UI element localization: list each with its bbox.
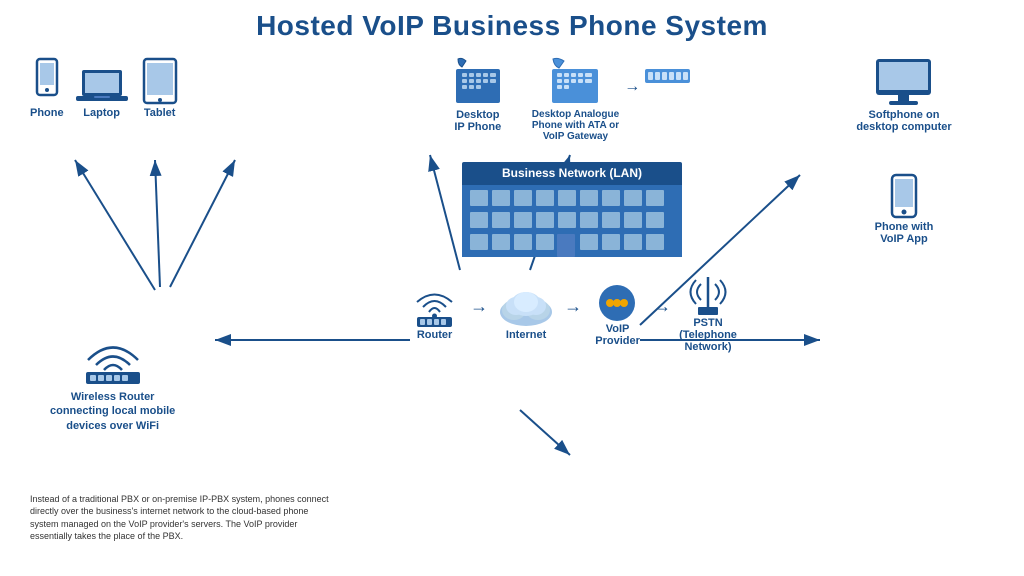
wireless-router-section: Wireless Router connecting local mobile … xyxy=(50,330,175,433)
bottom-pstn: PSTN (Telephone Network) xyxy=(679,272,737,353)
ata-box-icon xyxy=(645,67,690,87)
desktop-analogue-phone-icon xyxy=(550,57,600,109)
pstn-tower-icon xyxy=(683,272,733,317)
business-network-building: Business Network (LAN) xyxy=(452,162,692,262)
bottom-router: Router xyxy=(407,284,462,341)
bottom-voip: VoIP Provider xyxy=(590,278,645,347)
bottom-row: Router → Internet → xyxy=(407,272,737,353)
internet-label: Internet xyxy=(506,329,546,341)
phone-icon xyxy=(31,57,63,107)
main-area: Phone Laptop xyxy=(20,52,1004,553)
center-top-devices: Desktop IP Phone xyxy=(454,57,690,142)
softphone-label: Softphone ondesktop computer xyxy=(856,109,951,133)
desktop-analogue-label: Desktop Analogue Phone with ATA or VoIP … xyxy=(532,109,619,142)
device-phone: Phone xyxy=(30,57,64,119)
internet-to-voip-arrow: → xyxy=(564,296,582,317)
business-network-section: Business Network (LAN) xyxy=(452,162,692,262)
svg-text:Business Network (LAN): Business Network (LAN) xyxy=(502,166,642,180)
info-text: Instead of a traditional PBX or on-premi… xyxy=(30,494,329,542)
device-tablet: Tablet xyxy=(140,57,180,119)
softphone-desktop-icon xyxy=(871,57,936,109)
phone-voip-icon xyxy=(889,173,919,221)
router-to-internet-arrow: → xyxy=(470,296,488,317)
center-column: Desktop IP Phone xyxy=(340,52,804,553)
diagram-container: Hosted VoIP Business Phone System xyxy=(0,0,1024,576)
wireless-router-label: Wireless Router connecting local mobile … xyxy=(50,390,175,433)
info-box: Instead of a traditional PBX or on-premi… xyxy=(30,493,330,543)
phone-label: Phone xyxy=(30,107,64,119)
desktop-ip-label: Desktop IP Phone xyxy=(454,109,501,133)
left-top-devices: Phone Laptop xyxy=(20,52,340,119)
left-column: Phone Laptop xyxy=(20,52,340,553)
desktop-ip-phone-icon xyxy=(454,57,502,109)
laptop-label: Laptop xyxy=(83,107,120,119)
device-softphone: Softphone ondesktop computer xyxy=(856,57,951,133)
page-title: Hosted VoIP Business Phone System xyxy=(20,10,1004,42)
phone-voip-label: Phone withVoIP App xyxy=(875,221,934,245)
voip-provider-label: VoIP Provider xyxy=(595,323,640,347)
bottom-internet: Internet xyxy=(496,284,556,341)
device-desktop-analogue: Desktop Analogue Phone with ATA or VoIP … xyxy=(532,57,690,142)
router-icon xyxy=(407,284,462,329)
laptop-icon xyxy=(76,67,128,107)
router-label: Router xyxy=(417,329,452,341)
device-laptop: Laptop xyxy=(76,67,128,119)
internet-cloud-icon xyxy=(496,284,556,329)
tablet-icon xyxy=(140,57,180,107)
device-phone-voip: Phone withVoIP App xyxy=(875,173,934,245)
device-desktop-ip: Desktop IP Phone xyxy=(454,57,502,142)
pstn-label: PSTN (Telephone Network) xyxy=(679,317,737,353)
tablet-label: Tablet xyxy=(144,107,176,119)
building-icon: Business Network (LAN) xyxy=(452,162,692,262)
right-column: Softphone ondesktop computer Phone withV… xyxy=(804,52,1004,553)
right-devices: Softphone ondesktop computer Phone withV… xyxy=(804,52,1004,245)
voip-to-pstn-arrow: → xyxy=(653,296,671,317)
voip-provider-icon xyxy=(590,278,645,323)
wireless-router-icon xyxy=(68,330,158,385)
